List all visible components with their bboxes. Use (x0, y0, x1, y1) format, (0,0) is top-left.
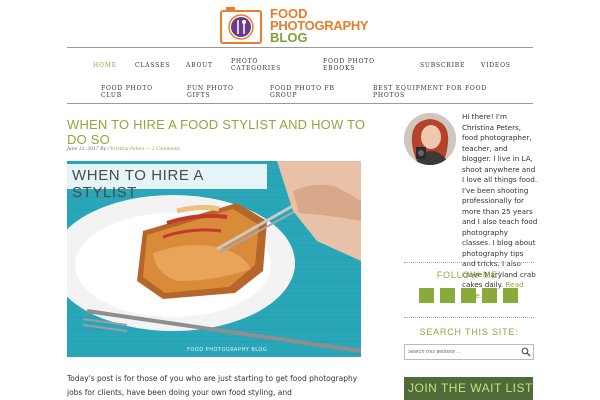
image-banner-text: WHEN TO HIRE A STYLIST (72, 167, 204, 201)
image-banner: WHEN TO HIRE A STYLIST (67, 164, 267, 201)
nav-item-photo-categories[interactable]: PHOTO CATEGORIES (231, 58, 281, 72)
post-intro: Today's post is for those of you who are… (67, 374, 358, 397)
author-avatar (404, 113, 456, 165)
sidebar-divider (404, 317, 534, 318)
logo-line-3: BLOG (270, 30, 308, 45)
sidebar-divider (404, 262, 534, 263)
search-input[interactable] (408, 347, 518, 357)
post-featured-image[interactable]: WHEN TO HIRE A STYLIST FOOD PHOTOGRAPHY … (67, 161, 361, 357)
instagram-icon[interactable] (482, 288, 497, 303)
nav-item-subscribe[interactable]: SUBSCRIBE (420, 62, 465, 69)
nav-item-best-equipment[interactable]: BEST EQUIPMENT FOR FOOD PHOTOS (373, 85, 487, 99)
nav-item-food-photo-club[interactable]: FOOD PHOTO CLUB (101, 85, 153, 99)
follow-heading: FOLLOW ME! (436, 270, 502, 280)
post-date: June 12, 2017 (67, 147, 99, 152)
nav-item-videos[interactable]: VIDEOS (481, 62, 511, 69)
post-author-link[interactable]: Christina Peters (107, 147, 144, 152)
logo-wordmark: FOOD PHOTOGRAPHY BLOG (270, 7, 369, 45)
main-nav: HOME CLASSES ABOUT PHOTO CATEGORIES FOOD… (67, 58, 533, 99)
image-watermark: FOOD PHOTOGRAPHY BLOG (187, 347, 268, 353)
facebook-icon[interactable] (419, 288, 434, 303)
nav-item-about[interactable]: ABOUT (186, 62, 213, 69)
search-icon[interactable] (521, 347, 531, 357)
waitlist-banner[interactable]: JOIN THE WAIT LIST! (404, 377, 533, 400)
author-photo-illustration (404, 113, 456, 165)
header-divider (67, 47, 533, 48)
post-by: By (100, 147, 107, 152)
nav-item-home[interactable]: HOME (93, 62, 117, 69)
post-comments-link[interactable]: — 2 Comments (146, 147, 181, 152)
nav-item-fun-photo-gifts[interactable]: FUN PHOTO GIFTS (187, 85, 234, 99)
nav-item-classes[interactable]: CLASSES (135, 62, 170, 69)
nav-item-food-photo-fb-group[interactable]: FOOD PHOTO FB GROUP (270, 85, 335, 99)
search-heading: SEARCH THIS SITE: (419, 327, 519, 337)
post-meta: June 12, 2017 By Christina Peters — 2 Co… (67, 147, 180, 152)
search-box (404, 344, 534, 360)
youtube-icon[interactable] (503, 288, 518, 303)
pinterest-icon[interactable] (461, 288, 476, 303)
waitlist-text: JOIN THE WAIT LIST! (408, 381, 533, 395)
site-logo[interactable]: FOOD PHOTOGRAPHY BLOG (218, 5, 388, 45)
nav-item-food-photo-ebooks[interactable]: FOOD PHOTO EBOOKS (323, 58, 375, 72)
twitter-icon[interactable] (440, 288, 455, 303)
nav-divider (67, 103, 533, 104)
camera-logo-icon (220, 7, 262, 44)
post-title[interactable]: WHEN TO HIRE A FOOD STYLIST AND HOW TO D… (67, 117, 367, 147)
